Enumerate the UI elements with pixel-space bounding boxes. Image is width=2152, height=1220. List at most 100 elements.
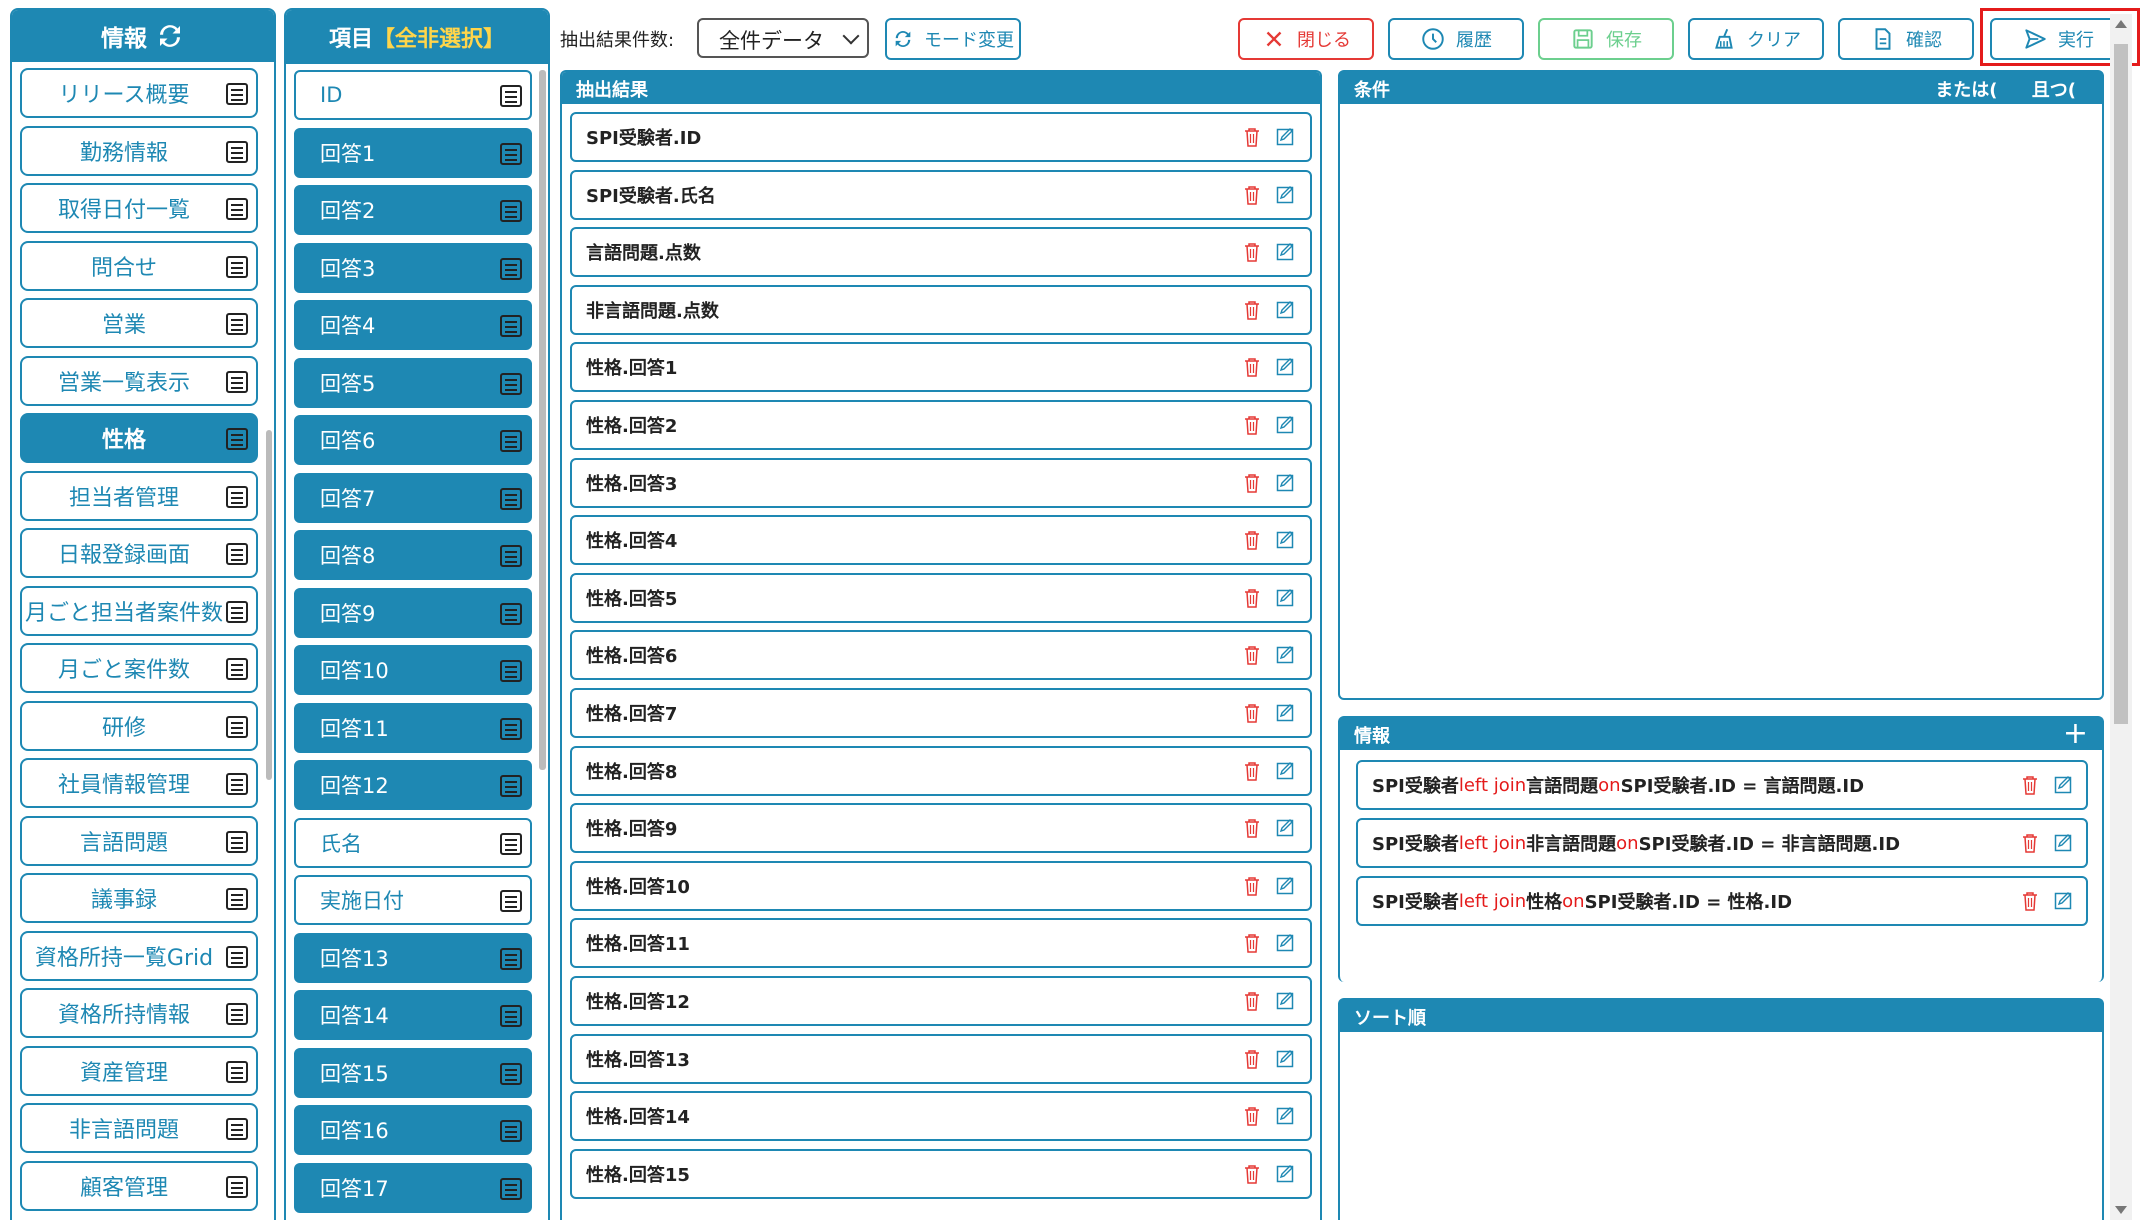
field-item[interactable]: 回答17: [294, 1162, 532, 1213]
result-row[interactable]: 性格.回答1: [570, 342, 1312, 393]
sidebar-item[interactable]: 研修: [20, 700, 258, 751]
list-icon[interactable]: [226, 773, 248, 795]
sidebar-item[interactable]: 担当者管理: [20, 470, 258, 521]
list-icon[interactable]: [226, 1003, 248, 1025]
sidebar-scrollbar[interactable]: [266, 430, 272, 780]
field-item[interactable]: 回答10: [294, 645, 532, 695]
field-item[interactable]: 回答9: [294, 587, 532, 638]
field-item[interactable]: 回答1: [294, 127, 532, 178]
result-row[interactable]: 性格.回答5: [570, 572, 1312, 623]
result-row[interactable]: 性格.回答10: [570, 860, 1312, 911]
sidebar-item[interactable]: 日報登録画面: [20, 528, 258, 578]
list-icon[interactable]: [226, 485, 248, 508]
scroll-up-arrow[interactable]: [2115, 20, 2127, 28]
result-row[interactable]: 性格.回答6: [570, 630, 1312, 681]
result-row[interactable]: 性格.回答11: [570, 918, 1312, 969]
trash-icon[interactable]: [1244, 876, 1260, 896]
result-row[interactable]: 性格.回答4: [570, 515, 1312, 566]
list-icon[interactable]: [500, 775, 522, 797]
trash-icon[interactable]: [1244, 588, 1260, 608]
edit-icon[interactable]: [1276, 817, 1296, 837]
refresh-icon[interactable]: [155, 21, 185, 51]
field-item[interactable]: 回答8: [294, 530, 532, 580]
trash-icon[interactable]: [1244, 530, 1260, 550]
list-icon[interactable]: [226, 428, 248, 450]
edit-icon[interactable]: [2054, 832, 2074, 852]
edit-icon[interactable]: [1276, 875, 1296, 895]
edit-icon[interactable]: [1276, 1048, 1296, 1068]
field-item[interactable]: 実施日付: [294, 875, 532, 925]
edit-icon[interactable]: [1276, 587, 1296, 607]
result-row[interactable]: 性格.回答8: [570, 745, 1312, 796]
list-icon[interactable]: [500, 487, 522, 510]
scroll-down-arrow[interactable]: [2115, 1206, 2127, 1214]
list-icon[interactable]: [226, 945, 248, 968]
sidebar-item[interactable]: 社員情報管理: [20, 758, 258, 808]
edit-icon[interactable]: [1276, 1105, 1296, 1125]
sidebar-item[interactable]: 言語問題: [20, 815, 258, 866]
result-row[interactable]: 性格.回答2: [570, 399, 1312, 450]
field-item[interactable]: 回答3: [294, 242, 532, 293]
sidebar-item[interactable]: 営業: [20, 298, 258, 348]
page-scrollbar[interactable]: [2110, 14, 2132, 1220]
list-icon[interactable]: [226, 140, 248, 163]
sidebar-item[interactable]: 性格: [20, 413, 258, 463]
sidebar-item[interactable]: 取得日付一覧: [20, 183, 258, 233]
list-icon[interactable]: [226, 198, 248, 220]
edit-icon[interactable]: [1276, 1163, 1296, 1183]
list-icon[interactable]: [226, 715, 248, 738]
field-item[interactable]: 回答14: [294, 990, 532, 1040]
sidebar-item[interactable]: 議事録: [20, 873, 258, 923]
field-item[interactable]: 回答15: [294, 1047, 532, 1098]
list-icon[interactable]: [226, 888, 248, 910]
result-row[interactable]: 性格.回答3: [570, 457, 1312, 508]
field-item[interactable]: 回答11: [294, 702, 532, 753]
trash-icon[interactable]: [1244, 703, 1260, 723]
history-button[interactable]: 履歴: [1388, 18, 1524, 60]
edit-icon[interactable]: [2054, 774, 2074, 794]
edit-icon[interactable]: [1276, 126, 1296, 146]
list-icon[interactable]: [226, 600, 248, 623]
result-row[interactable]: 性格.回答13: [570, 1033, 1312, 1084]
trash-icon[interactable]: [1244, 933, 1260, 954]
edit-icon[interactable]: [1276, 990, 1296, 1010]
result-row[interactable]: 言語問題.点数: [570, 227, 1312, 278]
trash-icon[interactable]: [1244, 1164, 1260, 1184]
list-icon[interactable]: [226, 313, 248, 335]
list-icon[interactable]: [500, 142, 522, 165]
edit-icon[interactable]: [1276, 356, 1296, 376]
result-row[interactable]: SPI受験者.氏名: [570, 169, 1312, 220]
select-all-toggle[interactable]: 【全非選択】: [373, 21, 505, 53]
list-icon[interactable]: [500, 200, 522, 222]
sidebar-item[interactable]: 勤務情報: [20, 125, 258, 176]
list-icon[interactable]: [500, 85, 522, 107]
field-item[interactable]: 回答6: [294, 415, 532, 465]
list-icon[interactable]: [500, 1120, 522, 1142]
list-icon[interactable]: [500, 717, 522, 740]
list-icon[interactable]: [500, 1062, 522, 1085]
edit-icon[interactable]: [1276, 472, 1296, 492]
or-group-button[interactable]: または(: [1935, 80, 1997, 101]
mode-change-button[interactable]: モード変更: [885, 18, 1021, 60]
confirm-button[interactable]: 確認: [1838, 18, 1974, 60]
result-row[interactable]: 性格.回答15: [570, 1148, 1312, 1199]
list-icon[interactable]: [226, 370, 248, 393]
list-icon[interactable]: [226, 658, 248, 680]
edit-icon[interactable]: [1276, 644, 1296, 664]
trash-icon[interactable]: [1244, 1049, 1260, 1069]
list-icon[interactable]: [500, 890, 522, 912]
list-icon[interactable]: [500, 1177, 522, 1200]
edit-icon[interactable]: [1276, 241, 1296, 261]
list-icon[interactable]: [500, 315, 522, 337]
trash-icon[interactable]: [1244, 185, 1260, 205]
trash-icon[interactable]: [2022, 891, 2038, 911]
result-row[interactable]: 性格.回答14: [570, 1091, 1312, 1142]
sidebar-item[interactable]: リリース概要: [20, 68, 258, 118]
list-icon[interactable]: [500, 372, 522, 395]
edit-icon[interactable]: [1276, 299, 1296, 319]
field-item[interactable]: 回答13: [294, 932, 532, 983]
list-icon[interactable]: [500, 1005, 522, 1027]
field-item[interactable]: 回答4: [294, 300, 532, 350]
edit-icon[interactable]: [1276, 760, 1296, 780]
sidebar-header[interactable]: 情報: [12, 10, 274, 62]
